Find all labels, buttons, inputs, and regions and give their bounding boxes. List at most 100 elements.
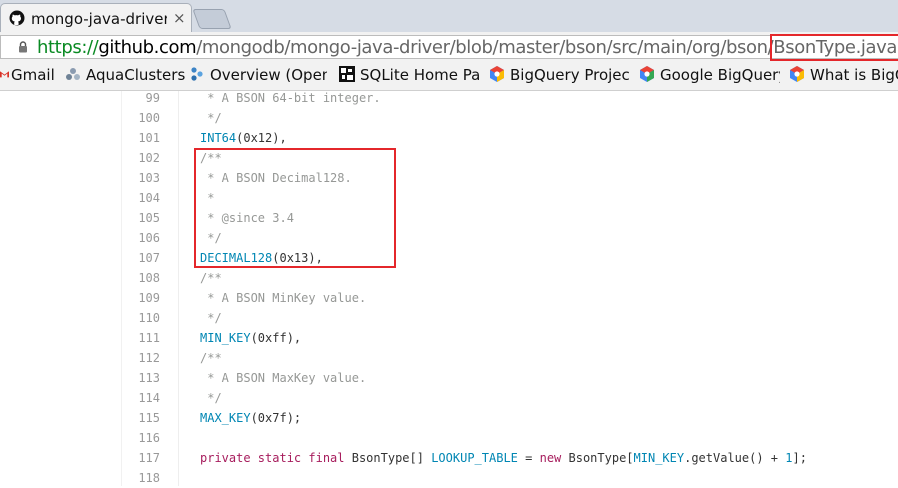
- bookmark-bigquery-project[interactable]: BigQuery Project: [489, 66, 629, 84]
- code-line: 115 MAX_KEY(0x7f);: [0, 408, 898, 428]
- gmail-icon: [0, 71, 9, 78]
- code-token: * A BSON 64-bit integer.: [200, 91, 381, 105]
- bookmark-gmail[interactable]: Gmail: [0, 66, 55, 84]
- github-icon: [9, 10, 25, 26]
- code-line: 108 /**: [0, 268, 898, 288]
- code-line: 117 private static final BsonType[] LOOKU…: [0, 448, 898, 468]
- bookmark-label: What is BigQ: [810, 66, 898, 84]
- line-number[interactable]: 112: [120, 348, 160, 368]
- line-number[interactable]: 105: [120, 208, 160, 228]
- bookmark-label: Google BigQuery: [660, 66, 780, 84]
- address-bar[interactable]: https://github.com/mongodb/mongo-java-dr…: [0, 34, 898, 61]
- code-token: BsonType[: [568, 451, 634, 465]
- code-text: * A BSON MinKey value.: [200, 288, 366, 308]
- line-number[interactable]: 115: [120, 408, 160, 428]
- line-number[interactable]: 116: [120, 428, 160, 448]
- code-line: 105 * @since 3.4: [0, 208, 898, 228]
- code-token: BsonType[]: [351, 451, 432, 465]
- browser-tab[interactable]: mongo-java-driver/B ×: [0, 3, 192, 32]
- code-text: */: [200, 388, 221, 408]
- code-token: MAX_KEY: [200, 411, 251, 425]
- tab-strip: mongo-java-driver/B ×: [0, 0, 898, 32]
- line-number[interactable]: 103: [120, 168, 160, 188]
- code-line: 100 */: [0, 108, 898, 128]
- bigquery-icon: [490, 66, 504, 82]
- line-number[interactable]: 111: [120, 328, 160, 348]
- code-token: private static final: [200, 451, 352, 465]
- bookmark-what-is-bigquery[interactable]: What is BigQ: [789, 66, 898, 84]
- bigquery-icon: [640, 66, 654, 82]
- code-text: */: [200, 108, 222, 128]
- code-line: 107 DECIMAL128(0x13),: [0, 248, 898, 268]
- url-scheme: https://: [37, 37, 99, 58]
- code-line: 106 */: [0, 228, 898, 248]
- bookmark-label: SQLite Home Pag: [360, 66, 480, 84]
- new-tab-button[interactable]: [192, 9, 232, 29]
- line-number[interactable]: 117: [120, 448, 160, 468]
- line-number[interactable]: 106: [120, 228, 160, 248]
- url-path: /mongodb/mongo-java-driver/blob/master/b…: [196, 37, 774, 58]
- code-line: 102/**: [0, 148, 898, 168]
- code-token: MIN_KEY: [200, 331, 251, 345]
- code-token: (0x7f);: [250, 411, 302, 425]
- code-token: */: [200, 111, 222, 125]
- bookmark-label: Overview (OpenA: [210, 66, 327, 84]
- line-number[interactable]: 114: [120, 388, 160, 408]
- tab-title: mongo-java-driver/B: [31, 10, 167, 28]
- code-line: 116: [0, 428, 898, 448]
- line-number[interactable]: 107: [120, 248, 160, 268]
- code-line: 103 * A BSON Decimal128.: [0, 168, 898, 188]
- line-number[interactable]: 104: [120, 188, 160, 208]
- tab-close-icon[interactable]: ×: [173, 9, 186, 27]
- decimal128-highlight-box: [194, 148, 396, 268]
- code-token: =: [517, 451, 540, 465]
- code-token: ];: [792, 451, 807, 465]
- bookmarks-bar: Gmail AquaClusters Overview (OpenA SQLit…: [0, 62, 898, 91]
- bookmark-label: BigQuery Project: [510, 66, 629, 84]
- bigquery-icon: [790, 66, 804, 82]
- line-number[interactable]: 108: [120, 268, 160, 288]
- line-number[interactable]: 110: [120, 308, 160, 328]
- code-token: LOOKUP_TABLE: [431, 451, 518, 465]
- bookmark-overview[interactable]: Overview (OpenA: [189, 66, 327, 84]
- code-text: /**: [200, 348, 222, 368]
- bookmark-sqlite[interactable]: SQLite Home Pag: [339, 66, 480, 84]
- code-line: 110 */: [0, 308, 898, 328]
- code-line: 99 * A BSON 64-bit integer.: [0, 88, 898, 108]
- code-text: * A BSON 64-bit integer.: [200, 88, 381, 108]
- code-line: 109 * A BSON MinKey value.: [0, 288, 898, 308]
- code-token: * A BSON MaxKey value.: [200, 371, 367, 385]
- line-number[interactable]: 101: [120, 128, 160, 148]
- url-text[interactable]: https://github.com/mongodb/mongo-java-dr…: [37, 34, 898, 61]
- bookmark-google-bigquery[interactable]: Google BigQuery: [639, 66, 780, 84]
- bookmark-aquaclusters[interactable]: AquaClusters: [65, 66, 185, 84]
- code-token: /**: [200, 271, 222, 285]
- toolbar: https://github.com/mongodb/mongo-java-dr…: [0, 32, 898, 63]
- line-number[interactable]: 99: [120, 88, 160, 108]
- code-line: 112 /**: [0, 348, 898, 368]
- line-number[interactable]: 109: [120, 288, 160, 308]
- code-line: 118: [0, 468, 898, 488]
- code-text: INT64(0x12),: [200, 128, 287, 148]
- code-text: private static final BsonType[] LOOKUP_T…: [200, 448, 807, 468]
- code-token: * A BSON MinKey value.: [200, 291, 367, 305]
- line-number[interactable]: 118: [120, 468, 160, 488]
- code-token: .getValue() +: [684, 451, 786, 465]
- line-number[interactable]: 100: [120, 108, 160, 128]
- code-token: (0xff),: [250, 331, 302, 345]
- code-viewer: 99 * A BSON 64-bit integer. 100 */101 INT6…: [0, 91, 898, 486]
- line-number[interactable]: 102: [120, 148, 160, 168]
- url-filename-highlight: BsonType.java: [770, 34, 898, 61]
- code-line: 111 MIN_KEY(0xff),: [0, 328, 898, 348]
- code-line: 114 */: [0, 388, 898, 408]
- bookmark-label: Gmail: [11, 66, 55, 84]
- code-token: (0x12),: [236, 131, 287, 145]
- code-text: * A BSON MaxKey value.: [200, 368, 366, 388]
- aqua-icon: [66, 68, 80, 80]
- code-token: /**: [200, 351, 222, 365]
- code-token: MIN_KEY: [633, 451, 685, 465]
- line-number[interactable]: 113: [120, 368, 160, 388]
- code-line: 113 * A BSON MaxKey value.: [0, 368, 898, 388]
- overview-icon: [191, 67, 203, 81]
- lock-icon: [19, 41, 27, 53]
